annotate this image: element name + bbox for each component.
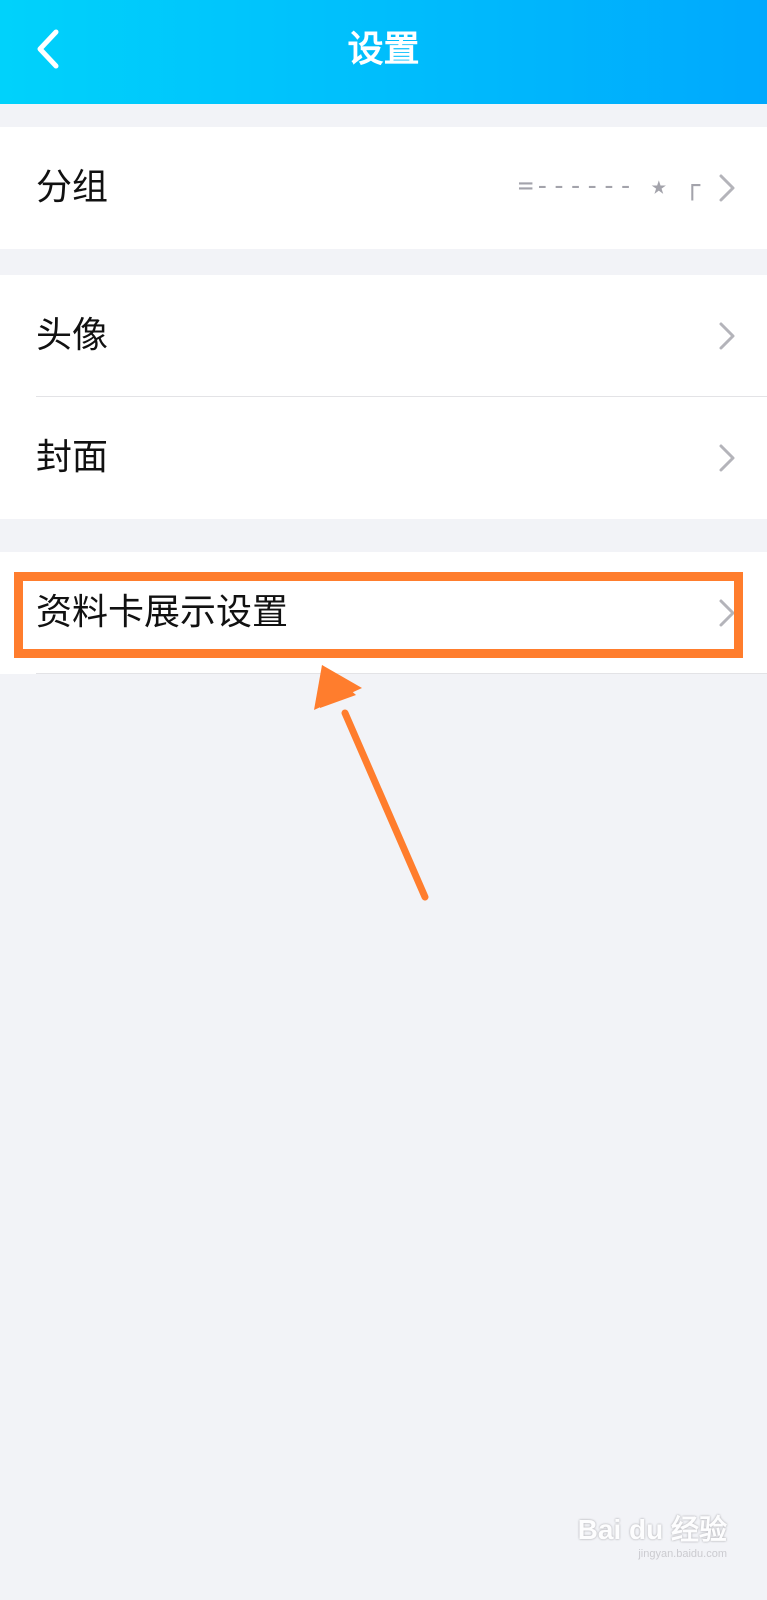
settings-group-1: 分组 =------ ★ ┌ (0, 127, 767, 249)
settings-item-profile-card-display[interactable]: 资料卡展示设置 (0, 552, 767, 674)
settings-item-label: 分组 (36, 167, 109, 208)
chevron-right-icon (719, 174, 735, 202)
settings-item-label: 头像 (36, 315, 109, 356)
group-value-text: =------ ★ ┌ (517, 171, 701, 201)
watermark-text: Bai du 经验 (577, 1514, 727, 1545)
settings-group-2: 头像 封面 (0, 275, 767, 519)
divider (36, 673, 767, 674)
settings-item-label: 资料卡展示设置 (36, 592, 289, 633)
watermark-subtext: jingyan.baidu.com (638, 1548, 727, 1560)
watermark: Bai du 经验 jingyan.baidu.com (578, 1508, 727, 1560)
page-title: 设置 (347, 29, 420, 70)
settings-item-avatar[interactable]: 头像 (0, 275, 767, 397)
chevron-right-icon (719, 322, 735, 350)
settings-item-group[interactable]: 分组 =------ ★ ┌ (0, 127, 767, 249)
settings-item-cover[interactable]: 封面 (0, 397, 767, 519)
top-nav-bar: 设置 (0, 0, 767, 104)
chevron-right-icon (719, 599, 735, 627)
settings-item-label: 封面 (36, 437, 109, 478)
chevron-right-icon (719, 444, 735, 472)
settings-group-3: 资料卡展示设置 (0, 552, 767, 674)
